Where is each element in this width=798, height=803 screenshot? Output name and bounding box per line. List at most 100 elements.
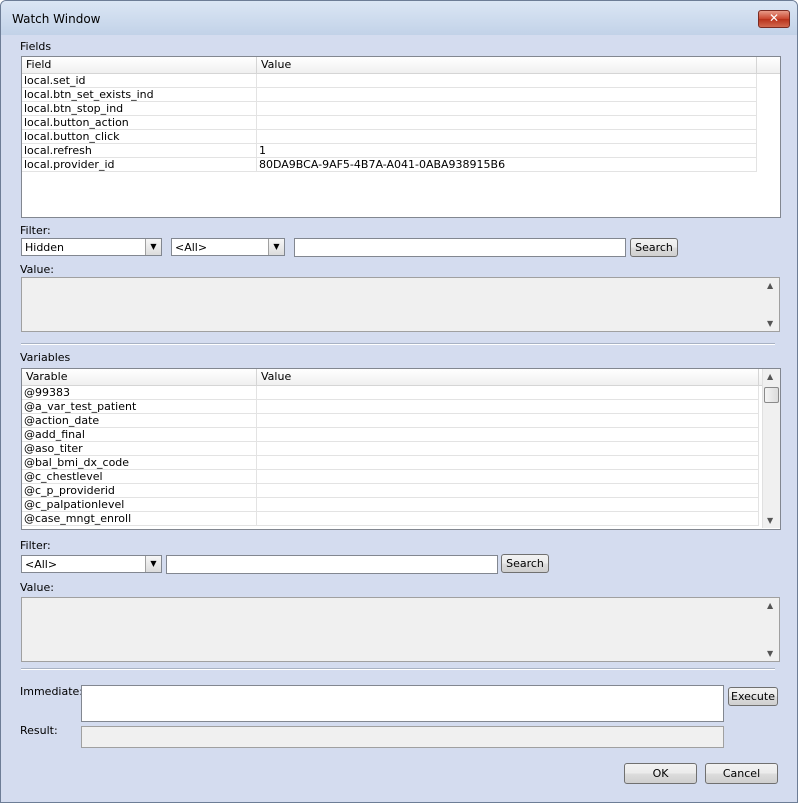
field-name-cell[interactable]: local.btn_set_exists_ind <box>22 88 257 102</box>
fields-table-row[interactable]: local.refresh 1 <box>22 144 757 158</box>
field-name-cell[interactable]: local.set_id <box>22 74 257 88</box>
fields-filter-visibility-value: Hidden <box>25 241 65 254</box>
variables-search-button[interactable]: Search <box>501 554 549 573</box>
ok-button[interactable]: OK <box>624 763 697 784</box>
execute-button[interactable]: Execute <box>728 687 778 706</box>
fields-column-field[interactable]: Field <box>22 57 257 73</box>
scroll-up-icon[interactable]: ▲ <box>767 281 773 290</box>
variables-table-row[interactable]: @99383 <box>22 386 759 400</box>
field-name-cell[interactable]: local.btn_stop_ind <box>22 102 257 116</box>
variable-value-cell[interactable] <box>257 484 759 498</box>
variable-value-cell[interactable] <box>257 498 759 512</box>
variable-name-cell[interactable]: @add_final <box>22 428 257 442</box>
variables-table-row[interactable]: @aso_titer <box>22 442 759 456</box>
result-box[interactable] <box>81 726 724 748</box>
client-area: Fields Field Value local.set_id local.btn… <box>9 35 789 795</box>
variable-value-cell[interactable] <box>257 456 759 470</box>
fields-search-input[interactable] <box>294 238 626 257</box>
title-bar[interactable]: Watch Window ✕ <box>1 1 797 35</box>
variable-name-cell[interactable]: @action_date <box>22 414 257 428</box>
variable-name-cell[interactable]: @c_p_providerid <box>22 484 257 498</box>
variables-table-row[interactable]: @add_final <box>22 428 759 442</box>
variables-filter-select[interactable]: <All> ▼ <box>21 555 162 573</box>
variable-name-cell[interactable]: @a_var_test_patient <box>22 400 257 414</box>
fields-filter-scope-value: <All> <box>175 241 208 254</box>
fields-filter-visibility-select[interactable]: Hidden ▼ <box>21 238 162 256</box>
variable-value-cell[interactable] <box>257 428 759 442</box>
fields-value-box[interactable]: ▲ ▼ <box>21 277 780 332</box>
variables-grid[interactable]: Varable Value @99383 @a_var_test_patient @… <box>21 368 781 530</box>
variable-name-cell[interactable]: @c_palpationlevel <box>22 498 257 512</box>
variable-name-cell[interactable]: @case_mngt_enroll <box>22 512 257 526</box>
scroll-up-icon[interactable]: ▲ <box>767 372 773 381</box>
fields-table-row[interactable]: local.btn_set_exists_ind <box>22 88 757 102</box>
chevron-down-icon[interactable]: ▼ <box>268 239 284 255</box>
chevron-down-icon[interactable]: ▼ <box>145 556 161 572</box>
field-value-cell[interactable] <box>257 116 757 130</box>
fields-table-row[interactable]: local.button_click <box>22 130 757 144</box>
cancel-button[interactable]: Cancel <box>705 763 778 784</box>
variables-column-value[interactable]: Value <box>257 369 759 385</box>
result-label: Result: <box>20 724 58 737</box>
fields-grid[interactable]: Field Value local.set_id local.btn_set_ex… <box>21 56 781 218</box>
field-name-cell[interactable]: local.button_action <box>22 116 257 130</box>
close-button[interactable]: ✕ <box>758 10 790 28</box>
scroll-down-icon[interactable]: ▼ <box>767 516 773 525</box>
variables-label: Variables <box>20 351 71 364</box>
fields-filter-scope-select[interactable]: <All> ▼ <box>171 238 285 256</box>
fields-table-row[interactable]: local.button_action <box>22 116 757 130</box>
fields-search-button[interactable]: Search <box>630 238 678 257</box>
scroll-down-icon[interactable]: ▼ <box>767 319 773 328</box>
variables-table-row[interactable]: @a_var_test_patient <box>22 400 759 414</box>
field-name-cell[interactable]: local.button_click <box>22 130 257 144</box>
variable-value-cell[interactable] <box>257 414 759 428</box>
variable-value-cell[interactable] <box>257 386 759 400</box>
chevron-down-icon[interactable]: ▼ <box>145 239 161 255</box>
divider <box>21 343 775 345</box>
fields-column-value[interactable]: Value <box>257 57 757 73</box>
variables-filter-value: <All> <box>25 558 58 571</box>
variables-table-row[interactable]: @c_chestlevel <box>22 470 759 484</box>
variables-value-scrollbar[interactable]: ▲ ▼ <box>763 598 779 661</box>
fields-table-row[interactable]: local.provider_id 80DA9BCA-9AF5-4B7A-A041… <box>22 158 757 172</box>
variables-table-row[interactable]: @action_date <box>22 414 759 428</box>
field-name-cell[interactable]: local.provider_id <box>22 158 257 172</box>
variables-search-input[interactable] <box>166 555 498 574</box>
variable-name-cell[interactable]: @99383 <box>22 386 257 400</box>
window-title: Watch Window <box>12 12 101 26</box>
immediate-label: Immediate: <box>20 685 84 698</box>
field-value-cell[interactable] <box>257 130 757 144</box>
variables-scrollbar[interactable]: ▲ ▼ <box>762 369 780 528</box>
variable-value-cell[interactable] <box>257 442 759 456</box>
variables-table-row[interactable]: @case_mngt_enroll <box>22 512 759 526</box>
variables-table-row[interactable]: @c_palpationlevel <box>22 498 759 512</box>
field-value-cell[interactable] <box>257 102 757 116</box>
variables-grid-header: Varable Value <box>22 369 762 386</box>
fields-table-row[interactable]: local.set_id <box>22 74 757 88</box>
fields-grid-header: Field Value <box>22 57 780 74</box>
variable-value-cell[interactable] <box>257 470 759 484</box>
variable-value-cell[interactable] <box>257 400 759 414</box>
close-icon[interactable]: ✕ <box>769 11 779 25</box>
variable-value-cell[interactable] <box>257 512 759 526</box>
field-value-cell[interactable]: 1 <box>257 144 757 158</box>
scroll-thumb[interactable] <box>764 387 779 403</box>
variables-column-name[interactable]: Varable <box>22 369 257 385</box>
variable-name-cell[interactable]: @aso_titer <box>22 442 257 456</box>
variable-name-cell[interactable]: @bal_bmi_dx_code <box>22 456 257 470</box>
variables-value-box[interactable]: ▲ ▼ <box>21 597 780 662</box>
field-name-cell[interactable]: local.refresh <box>22 144 257 158</box>
scroll-up-icon[interactable]: ▲ <box>767 601 773 610</box>
fields-filter-label: Filter: <box>20 224 51 237</box>
watch-window: Watch Window ✕ Fields Field Value local.… <box>0 0 798 803</box>
fields-value-scrollbar[interactable]: ▲ ▼ <box>763 278 779 331</box>
scroll-down-icon[interactable]: ▼ <box>767 649 773 658</box>
variables-table-row[interactable]: @c_p_providerid <box>22 484 759 498</box>
variable-name-cell[interactable]: @c_chestlevel <box>22 470 257 484</box>
field-value-cell[interactable] <box>257 74 757 88</box>
field-value-cell[interactable] <box>257 88 757 102</box>
fields-table-row[interactable]: local.btn_stop_ind <box>22 102 757 116</box>
immediate-input[interactable] <box>81 685 724 722</box>
variables-table-row[interactable]: @bal_bmi_dx_code <box>22 456 759 470</box>
field-value-cell[interactable]: 80DA9BCA-9AF5-4B7A-A041-0ABA938915B6 <box>257 158 757 172</box>
